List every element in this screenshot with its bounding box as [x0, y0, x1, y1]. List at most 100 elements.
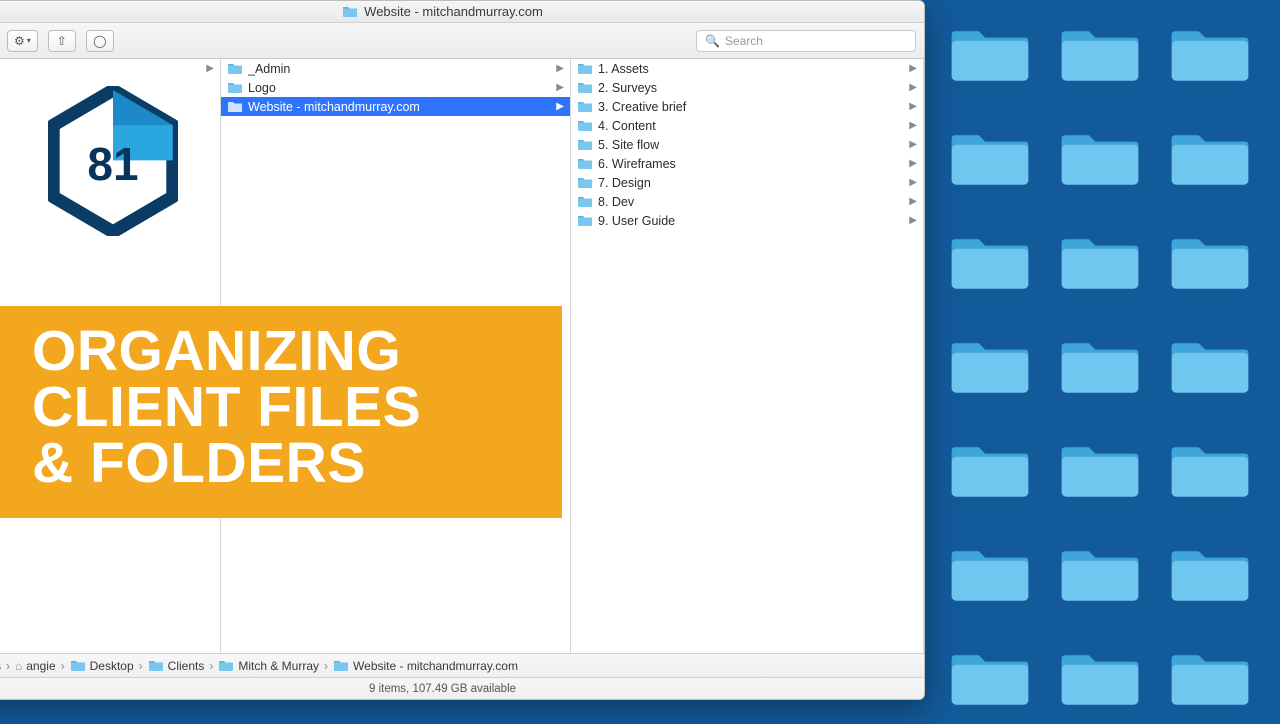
- item-label: Logo: [248, 81, 552, 95]
- list-item[interactable]: Website - mitchandmurray.com ▶: [221, 97, 570, 116]
- folder-icon: [1060, 20, 1140, 100]
- breadcrumb[interactable]: Desktop: [70, 659, 134, 673]
- finder-column-2[interactable]: 1. Assets▶ 2. Surveys▶ 3. Creative brief…: [571, 59, 924, 653]
- list-item[interactable]: 4. Content ▶: [571, 116, 923, 135]
- folder-icon: [333, 659, 349, 672]
- item-label: 6. Wireframes: [598, 157, 905, 171]
- list-item[interactable]: 5. Site flow ▶: [571, 135, 923, 154]
- folder-icon: [1060, 124, 1140, 204]
- chevron-right-icon: ▶: [556, 101, 564, 112]
- folder-icon: [950, 332, 1030, 412]
- folder-icon: [1170, 228, 1250, 308]
- list-item[interactable]: 8. Dev ▶: [571, 192, 923, 211]
- folder-icon: [1170, 20, 1250, 100]
- item-label: _Admin: [248, 62, 552, 76]
- folder-icon: [950, 644, 1030, 724]
- folder-icon: [227, 81, 243, 94]
- breadcrumb[interactable]: ⌂ angie: [15, 659, 56, 673]
- folder-icon: [1060, 228, 1140, 308]
- breadcrumb[interactable]: Clients: [148, 659, 205, 673]
- action-gear-button[interactable]: ⚙ ▾: [7, 30, 38, 52]
- title-text: ORGANIZING CLIENT FILES & FOLDERS: [32, 324, 536, 492]
- episode-badge: 81: [48, 86, 178, 236]
- chevron-right-icon: ▶: [556, 82, 564, 93]
- folder-icon: [577, 100, 593, 113]
- folder-icon: [70, 659, 86, 672]
- breadcrumb[interactable]: rs: [0, 659, 1, 673]
- list-item[interactable]: 1. Assets▶: [571, 59, 923, 78]
- decorative-folder-grid: [950, 20, 1250, 724]
- breadcrumb-separator: ›: [324, 659, 328, 673]
- folder-icon: [577, 214, 593, 227]
- title-banner: ORGANIZING CLIENT FILES & FOLDERS: [0, 306, 562, 518]
- folder-icon: [577, 157, 593, 170]
- folder-icon: [577, 138, 593, 151]
- item-label: 3. Creative brief: [598, 100, 905, 114]
- folder-icon: [1060, 436, 1140, 516]
- chevron-right-icon: ▶: [909, 196, 917, 207]
- folder-icon: [1060, 332, 1140, 412]
- chevron-right-icon: ▶: [909, 215, 917, 226]
- chevron-right-icon: ▶: [909, 177, 917, 188]
- list-item[interactable]: 7. Design ▶: [571, 173, 923, 192]
- folder-icon: [227, 62, 243, 75]
- breadcrumb-label: angie: [26, 659, 55, 673]
- breadcrumb-separator: ›: [6, 659, 10, 673]
- share-button[interactable]: ⇧: [48, 30, 76, 52]
- tags-button[interactable]: ◯: [86, 30, 114, 52]
- chevron-right-icon: ▶: [909, 101, 917, 112]
- list-item[interactable]: ▶: [0, 59, 220, 78]
- breadcrumb-label: Website - mitchandmurray.com: [353, 659, 518, 673]
- chevron-right-icon: ▶: [909, 139, 917, 150]
- list-item[interactable]: 9. User Guide▶: [571, 211, 923, 230]
- search-placeholder: Search: [725, 34, 763, 48]
- folder-icon: [950, 228, 1030, 308]
- folder-icon: [227, 100, 243, 113]
- folder-icon: [1170, 540, 1250, 620]
- item-label: 7. Design: [598, 176, 905, 190]
- breadcrumb-separator: ›: [139, 659, 143, 673]
- episode-number: 81: [48, 86, 178, 236]
- breadcrumb-separator: ›: [209, 659, 213, 673]
- folder-icon: [577, 119, 593, 132]
- folder-icon: [950, 20, 1030, 100]
- folder-icon: [1170, 124, 1250, 204]
- list-item[interactable]: 2. Surveys▶: [571, 78, 923, 97]
- item-label: 8. Dev: [598, 195, 905, 209]
- list-item[interactable]: Logo ▶: [221, 78, 570, 97]
- breadcrumb-label: Mitch & Murray: [238, 659, 319, 673]
- folder-icon: [577, 195, 593, 208]
- search-icon: 🔍: [705, 34, 720, 48]
- chevron-right-icon: ▶: [909, 120, 917, 131]
- path-bar[interactable]: rs › ⌂ angie › Desktop › Clients › Mitch & Mur…: [0, 653, 924, 677]
- list-item[interactable]: 3. Creative brief ▶: [571, 97, 923, 116]
- item-label: 2. Surveys: [598, 81, 905, 95]
- item-label: 4. Content: [598, 119, 905, 133]
- folder-icon: [950, 540, 1030, 620]
- item-label: 5. Site flow: [598, 138, 905, 152]
- tag-icon: ◯: [93, 34, 106, 48]
- gear-icon: ⚙: [14, 34, 25, 48]
- folder-icon: [577, 176, 593, 189]
- breadcrumb[interactable]: Website - mitchandmurray.com: [333, 659, 518, 673]
- item-label: Website - mitchandmurray.com: [248, 100, 552, 114]
- folder-icon: [1170, 332, 1250, 412]
- folder-icon: [1170, 436, 1250, 516]
- home-icon: ⌂: [15, 659, 22, 673]
- folder-icon: [950, 124, 1030, 204]
- breadcrumb[interactable]: Mitch & Murray: [218, 659, 319, 673]
- status-bar: 9 items, 107.49 GB available: [0, 677, 924, 699]
- chevron-right-icon: ▶: [909, 63, 917, 74]
- breadcrumb-label: Clients: [168, 659, 205, 673]
- folder-icon: [577, 81, 593, 94]
- window-titlebar[interactable]: Website - mitchandmurray.com: [0, 1, 924, 23]
- folder-icon: [148, 659, 164, 672]
- status-text: 9 items, 107.49 GB available: [369, 683, 516, 695]
- folder-icon: [1060, 644, 1140, 724]
- list-item[interactable]: _Admin▶: [221, 59, 570, 78]
- chevron-right-icon: ▶: [206, 63, 214, 74]
- list-item[interactable]: 6. Wireframes▶: [571, 154, 923, 173]
- toolbar: › ⚙ ▾ ⇧ ◯ 🔍 Search: [0, 23, 924, 59]
- search-input[interactable]: 🔍 Search: [696, 30, 916, 52]
- folder-icon: [218, 659, 234, 672]
